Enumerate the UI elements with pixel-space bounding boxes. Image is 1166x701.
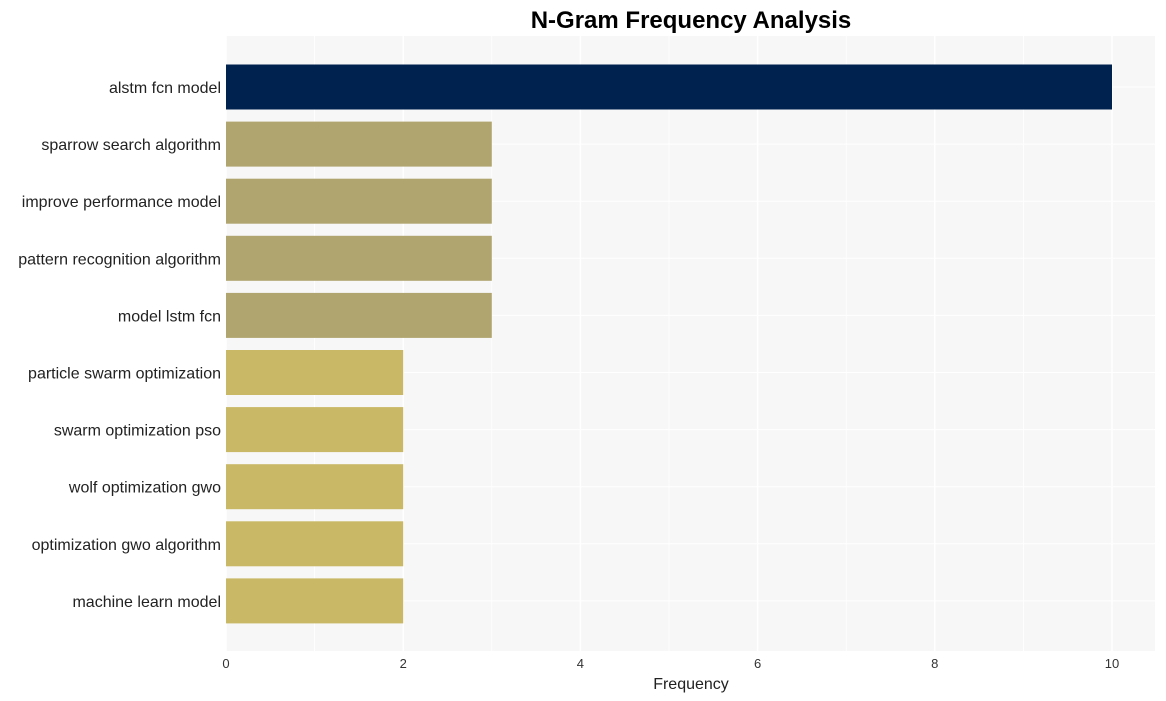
y-tick-label: pattern recognition algorithm — [18, 251, 221, 268]
bar — [226, 464, 404, 510]
x-tick-label: 6 — [754, 656, 761, 671]
bar — [226, 121, 492, 167]
x-tick-label: 8 — [931, 656, 938, 671]
y-tick-label: improve performance model — [22, 194, 221, 211]
y-tick-label: wolf optimization gwo — [68, 480, 221, 497]
bar — [226, 578, 404, 624]
x-tick-label: 10 — [1105, 656, 1119, 671]
bar — [226, 350, 404, 395]
y-tick-label: sparrow search algorithm — [41, 137, 221, 154]
y-tick-label: swarm optimization pso — [54, 423, 221, 440]
y-tick-label: particle swarm optimization — [28, 366, 221, 383]
bar — [226, 235, 492, 281]
y-tick-label: optimization gwo algorithm — [32, 537, 221, 554]
y-tick-label: model lstm fcn — [118, 308, 221, 325]
y-tick-label: machine learn model — [72, 594, 221, 611]
ngram-bar-chart: alstm fcn model sparrow search algorithm i… — [18, 7, 1155, 693]
x-tick-label: 4 — [577, 656, 584, 671]
x-axis-label: Frequency — [653, 676, 729, 693]
x-tick-label: 0 — [222, 656, 229, 671]
bar — [226, 178, 492, 224]
y-tick-labels: alstm fcn model sparrow search algorithm i… — [18, 80, 221, 611]
bar — [226, 64, 1112, 110]
x-tick-labels: 0 2 4 6 8 10 — [222, 656, 1119, 671]
y-tick-label: alstm fcn model — [109, 80, 221, 97]
bar — [226, 292, 492, 338]
bar — [226, 407, 404, 453]
bar — [226, 521, 404, 567]
chart-title: N-Gram Frequency Analysis — [531, 7, 852, 34]
x-tick-label: 2 — [400, 656, 407, 671]
